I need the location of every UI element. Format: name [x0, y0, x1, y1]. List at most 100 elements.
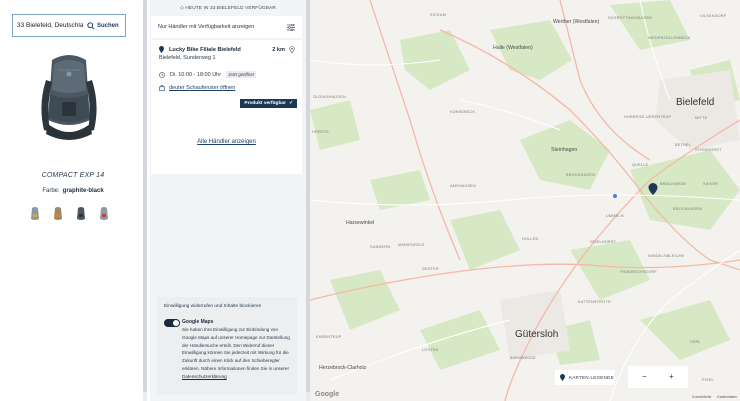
consent-text: Sie haben Ihre Einwilligung zur Einbindu…: [182, 326, 290, 381]
shop-window-link-text: deuter Schaufenster öffnen: [169, 85, 236, 91]
zoom-controls: − +: [628, 366, 688, 388]
color-info: Farbe: graphite-black: [0, 188, 146, 194]
toggle-knob: [173, 320, 179, 326]
page-root: Suchen COMPACT EXP 14 Farbe:graphite-bla…: [0, 0, 740, 401]
swatch-graphite-black[interactable]: [73, 205, 89, 223]
availability-filter[interactable]: Nur Händler mit Verfügbarkeit anzeigen: [151, 16, 302, 38]
search-button[interactable]: Suchen: [83, 15, 119, 36]
location-search: Suchen: [12, 14, 126, 37]
map-label-small: EICKUM: [430, 13, 446, 17]
google-logo: Google: [315, 391, 340, 398]
color-label: Farbe:: [42, 188, 60, 194]
map-label-small: ÖLDINGHAUSEN: [313, 95, 346, 99]
map-pin-icon: [560, 374, 565, 381]
map-label-steinhagen: Steinhagen: [551, 147, 578, 153]
dealer-card[interactable]: Lucky Bike Filiale Bielefeld 2 km Bielef…: [151, 40, 302, 112]
availability-label: Produkt verfügbar: [244, 101, 286, 106]
swatch-khaki[interactable]: [50, 205, 66, 223]
dealer-name: Lucky Bike Filiale Bielefeld: [169, 46, 241, 53]
today-available-text: HEUTE IN 33 BIELEFELD VERFÜGBAR: [185, 6, 276, 11]
map-label-small: KATTENSTROTH: [578, 300, 611, 304]
map-label-guetersloh: Gütersloh: [515, 329, 559, 340]
swatch-blue-grey[interactable]: [27, 205, 43, 223]
map-label-small: STIEGHORST: [695, 148, 722, 152]
product-available-button[interactable]: Produkt verfügbar ✓: [240, 99, 297, 108]
map-label-small: VILSENDORF: [700, 14, 727, 18]
map-label-halle: Halle (Westfalen): [493, 45, 533, 51]
map-label-herzebrock: Herzebrock-Clarholz: [319, 365, 367, 371]
map-label-small: SIEKER: [703, 182, 719, 186]
map-label-small: MARIENFELD: [398, 243, 425, 247]
product-name: COMPACT EXP 14: [41, 172, 105, 179]
consent-title: Einwilligung widerrufen und Inhalte bloc…: [164, 304, 262, 309]
map-label-small: WINDELSBLEICHE: [648, 254, 685, 258]
keyboard-shortcuts-link[interactable]: Kurzbefehle: [692, 395, 711, 399]
map-label-small: LOXTEN: [422, 348, 439, 352]
map-pin-icon: [159, 46, 164, 53]
privacy-policy-link[interactable]: Datenschutzerklärung: [182, 374, 227, 379]
map-label-small: NIEDERJÖLLENBECK: [648, 36, 691, 40]
clock-icon: [159, 71, 165, 78]
zoom-in-button[interactable]: +: [669, 372, 674, 381]
map-label-small: ISSELHORST: [590, 240, 617, 244]
map-label-small: SUNDERN: [370, 245, 391, 249]
map-label-small: HÖRSTE: [312, 130, 330, 134]
map-label-harsewinkel: Harsewinkel: [346, 220, 375, 226]
map-label-small: BRACKWEDE: [660, 182, 687, 186]
dealer-header: Lucky Bike Filiale Bielefeld 2 km: [159, 46, 295, 53]
map-label-small: BETHEL: [675, 143, 691, 147]
search-button-label: Suchen: [97, 22, 119, 29]
location-pin-outline-icon[interactable]: [289, 46, 295, 53]
consent-body: Sie haben Ihre Einwilligung zur Einbindu…: [182, 327, 290, 371]
map-footer: Kurzbefehle Kartendaten: [692, 395, 737, 399]
map-label-small: AVENWEDDE: [510, 356, 536, 360]
map-label-small: AMSHAUSEN: [450, 184, 476, 188]
search-icon: [87, 21, 95, 30]
map-label-small: UMMELN: [606, 214, 624, 218]
all-dealers-link[interactable]: Alle Händler anzeigen: [151, 139, 302, 145]
map-data-link[interactable]: Kartendaten: [717, 395, 737, 399]
search-input[interactable]: [13, 15, 83, 36]
map-label-small: PIXEL: [702, 378, 714, 382]
map-label-small: BROCKHAGEN: [566, 173, 596, 177]
map-legend-button[interactable]: KARTEN-LEGENDE: [555, 370, 615, 385]
product-image: [41, 55, 97, 140]
dealer-distance: 2 km: [272, 46, 285, 53]
today-available-label: ◇ HEUTE IN 33 BIELEFELD VERFÜGBAR: [180, 6, 276, 11]
map-label-small: HOBERGE-UERENTRUP: [624, 115, 672, 119]
shopping-bag-icon: [159, 85, 165, 91]
map-label-small: SCHRÖTTINGHAUSEN: [608, 16, 653, 20]
map-view[interactable]: Bielefeld Gütersloh Werther (Westfalen) …: [310, 0, 740, 401]
color-swatches: [27, 205, 112, 223]
swatch-red-grey[interactable]: [96, 205, 112, 223]
filter-label: Nur Händler mit Verfügbarkeit anzeigen: [158, 24, 255, 30]
map-label-small: GESTER: [422, 267, 439, 271]
dealer-address: Bielefeld, Sunderweg 1: [159, 55, 216, 61]
product-panel-scrollbar[interactable]: [143, 0, 147, 401]
map-label-werther: Werther (Westfalen): [553, 19, 600, 25]
product-panel-scroll-thumb[interactable]: [143, 0, 147, 392]
product-panel: Suchen COMPACT EXP 14 Farbe:graphite-bla…: [0, 0, 146, 401]
map-label-small: MITTE: [695, 116, 708, 120]
color-value: graphite-black: [62, 188, 104, 194]
map-label-small: FRIEDRICHSDORF: [620, 270, 657, 274]
shop-window-link[interactable]: deuter Schaufenster öffnen: [159, 85, 235, 91]
legend-label: KARTEN-LEGENDE: [569, 375, 614, 380]
consent-heading: Google Maps: [182, 319, 214, 325]
open-status-badge: Jetzt geöffnet: [226, 71, 256, 78]
consent-box: Einwilligung widerrufen und Inhalte bloc…: [157, 297, 297, 395]
zoom-out-button[interactable]: −: [642, 372, 647, 381]
map-label-small: VERL: [690, 340, 701, 344]
all-dealers-section: Alle Händler anzeigen: [151, 112, 302, 174]
google-maps-toggle[interactable]: [164, 319, 180, 327]
opening-hours: Di. 10:00 - 18:00 Uhr Jetzt geöffnet: [159, 71, 256, 78]
map-label-small: KÜNSEBECK: [450, 110, 476, 114]
hours-text: Di. 10:00 - 18:00 Uhr: [170, 71, 222, 78]
map-label-bielefeld: Bielefeld: [676, 97, 715, 108]
map-label-small: HOLLEN: [522, 237, 539, 241]
sliders-icon[interactable]: [287, 23, 295, 31]
map-base: [310, 0, 740, 401]
checkmark-icon: ✓: [288, 101, 293, 106]
map-label-small: EHRENTRUP: [316, 335, 342, 339]
map-label-small: BROCKHAGEN: [673, 207, 703, 211]
